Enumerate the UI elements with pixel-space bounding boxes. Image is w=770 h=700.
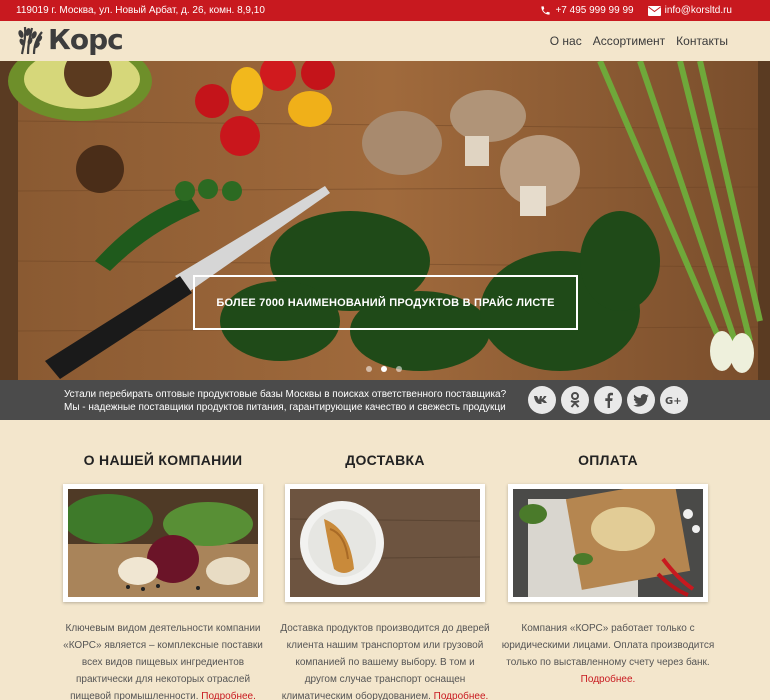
delivery-photo bbox=[285, 484, 485, 602]
about-section: О НАШЕЙ КОМПАНИИ Ключевым видом деятельн… bbox=[52, 452, 274, 700]
social-links: G+ bbox=[528, 386, 693, 414]
svg-text:G+: G+ bbox=[665, 396, 682, 406]
address-text: 119019 г. Москва, ул. Новый Арбат, д. 26… bbox=[16, 5, 265, 16]
about-text: Ключевым видом деятельности компании «КО… bbox=[52, 620, 274, 700]
email-text: info@korsltd.ru bbox=[664, 5, 732, 16]
nav-item-assortment[interactable]: Ассортимент bbox=[593, 34, 665, 48]
payment-text: Компания «КОРС» работает только с юридич… bbox=[497, 620, 719, 688]
nav-item-contacts[interactable]: Контакты bbox=[676, 34, 728, 48]
hero-image bbox=[0, 61, 770, 380]
slider-dot-2[interactable] bbox=[381, 366, 387, 372]
hero-caption: БОЛЕЕ 7000 НАИМЕНОВАНИЙ ПРОДУКТОВ В ПРАЙ… bbox=[216, 296, 555, 309]
delivery-title: ДОСТАВКА bbox=[345, 452, 425, 468]
slider-dots bbox=[366, 366, 411, 372]
nav-item-about[interactable]: О нас bbox=[550, 34, 582, 48]
payment-title: ОПЛАТА bbox=[578, 452, 638, 468]
about-title: О НАШЕЙ КОМПАНИИ bbox=[83, 452, 243, 468]
email-link[interactable]: info@korsltd.ru bbox=[647, 5, 732, 16]
top-contacts: +7 495 999 99 99 info@korsltd.ru bbox=[526, 5, 732, 16]
payment-photo bbox=[508, 484, 708, 602]
slider-dot-3[interactable] bbox=[396, 366, 402, 372]
top-bar: 119019 г. Москва, ул. Новый Арбат, д. 26… bbox=[0, 0, 770, 21]
delivery-description: Доставка продуктов производится до двере… bbox=[280, 623, 490, 700]
odnoklassniki-icon[interactable] bbox=[561, 386, 589, 414]
vk-icon[interactable] bbox=[528, 386, 556, 414]
envelope-icon bbox=[647, 5, 661, 16]
google-plus-icon[interactable]: G+ bbox=[660, 386, 688, 414]
twitter-icon[interactable] bbox=[627, 386, 655, 414]
info-strip: Устали перебирать оптовые продуктовые ба… bbox=[0, 380, 770, 420]
hero-slider[interactable]: БОЛЕЕ 7000 НАИМЕНОВАНИЙ ПРОДУКТОВ В ПРАЙ… bbox=[0, 61, 770, 380]
strip-text: Устали перебирать оптовые продуктовые ба… bbox=[64, 388, 506, 414]
payment-section: ОПЛАТА Компания «КОРС» работает только с… bbox=[497, 452, 719, 688]
facebook-icon[interactable] bbox=[594, 386, 622, 414]
slider-dot-1[interactable] bbox=[366, 366, 372, 372]
phone-link[interactable]: +7 495 999 99 99 bbox=[540, 5, 634, 16]
phone-text: +7 495 999 99 99 bbox=[555, 5, 634, 16]
about-photo bbox=[63, 484, 263, 602]
strip-line-2: Мы - надежные поставщики продуктов питан… bbox=[64, 402, 506, 413]
wheat-logo-icon bbox=[18, 26, 43, 54]
strip-line-1: Устали перебирать оптовые продуктовые ба… bbox=[64, 389, 507, 400]
logo-text: Корс bbox=[48, 23, 124, 56]
payment-more-link[interactable]: Подробнее. bbox=[581, 674, 636, 685]
payment-description: Компания «КОРС» работает только с юридич… bbox=[501, 623, 715, 668]
logo[interactable]: Корс bbox=[16, 23, 124, 56]
main-nav: О нас Ассортимент Контакты bbox=[539, 34, 728, 48]
phone-icon bbox=[541, 6, 551, 15]
header: Корс О нас Ассортимент Контакты bbox=[0, 21, 770, 61]
delivery-text: Доставка продуктов производится до двере… bbox=[274, 620, 496, 700]
about-more-link[interactable]: Подробнее. bbox=[201, 691, 256, 700]
delivery-section: ДОСТАВКА Доставка продуктов производится… bbox=[274, 452, 496, 700]
delivery-more-link[interactable]: Подробнее. bbox=[434, 691, 489, 700]
hero-caption-box[interactable]: БОЛЕЕ 7000 НАИМЕНОВАНИЙ ПРОДУКТОВ В ПРАЙ… bbox=[193, 275, 578, 330]
about-description: Ключевым видом деятельности компании «КО… bbox=[63, 623, 263, 700]
